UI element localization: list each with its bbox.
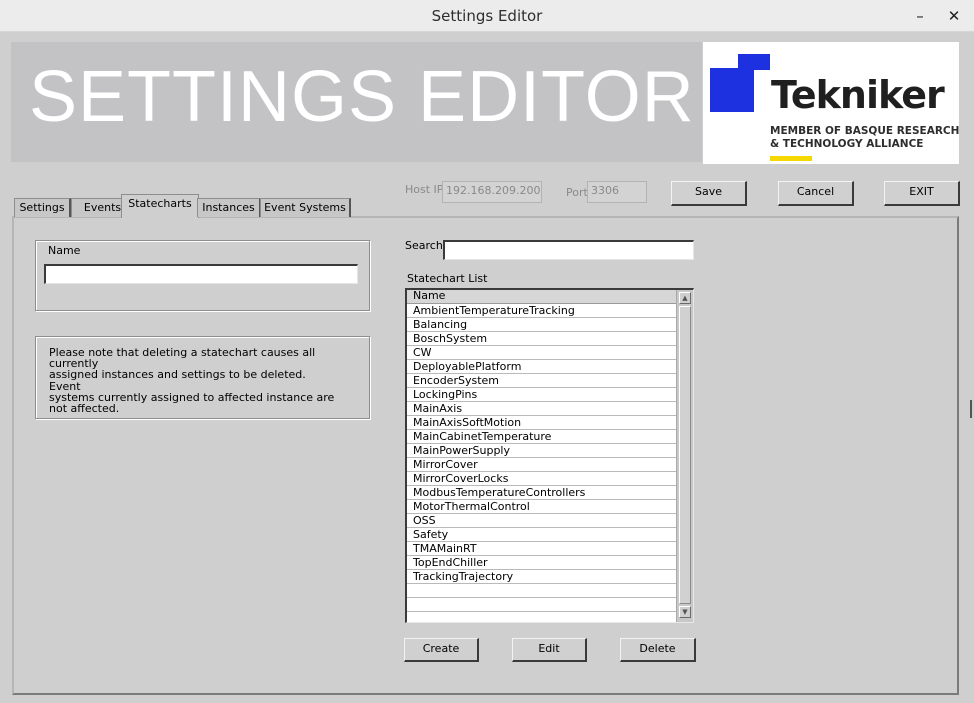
list-item[interactable]: CW bbox=[407, 346, 676, 360]
logo-name: Tekniker bbox=[771, 73, 945, 117]
note-line-4: not affected. bbox=[49, 402, 120, 416]
logo-subline-1: MEMBER OF BASQUE RESEARCH bbox=[770, 125, 960, 137]
statechart-rows: AmbientTemperatureTracking Balancing Bos… bbox=[407, 304, 676, 622]
list-item[interactable]: DeployablePlatform bbox=[407, 360, 676, 374]
name-input[interactable] bbox=[44, 264, 358, 284]
statechart-list[interactable]: Name AmbientTemperatureTracking Balancin… bbox=[405, 288, 694, 623]
list-item[interactable]: MainAxis bbox=[407, 402, 676, 416]
list-item[interactable]: EncoderSystem bbox=[407, 374, 676, 388]
list-item[interactable]: LockingPins bbox=[407, 388, 676, 402]
tab-event-systems[interactable]: Event Systems bbox=[260, 198, 351, 217]
list-item[interactable]: MirrorCoverLocks bbox=[407, 472, 676, 486]
banner: SETTINGS EDITOR bbox=[11, 42, 702, 162]
tab-statecharts[interactable]: Statecharts bbox=[121, 194, 199, 218]
search-input[interactable] bbox=[443, 240, 694, 260]
list-header-name[interactable]: Name bbox=[407, 290, 676, 304]
note-line-1: Please note that deleting a statechart c… bbox=[49, 346, 316, 371]
delete-warning-note: Please note that deleting a statechart c… bbox=[49, 347, 339, 414]
banner-title: SETTINGS EDITOR bbox=[29, 57, 695, 137]
list-item[interactable]: Balancing bbox=[407, 318, 676, 332]
tekniker-logo: Tekniker MEMBER OF BASQUE RESEARCH & TEC… bbox=[703, 42, 959, 164]
list-item[interactable]: MainPowerSupply bbox=[407, 444, 676, 458]
exit-button[interactable]: EXIT bbox=[884, 181, 960, 206]
scroll-down-icon[interactable]: ▼ bbox=[679, 606, 691, 618]
save-button[interactable]: Save bbox=[671, 181, 747, 206]
minimize-icon[interactable]: – bbox=[908, 4, 932, 28]
list-item[interactable]: BoschSystem bbox=[407, 332, 676, 346]
list-item[interactable]: TrackingTrajectory bbox=[407, 570, 676, 584]
list-item-empty[interactable] bbox=[407, 584, 676, 598]
list-item[interactable]: MirrorCover bbox=[407, 458, 676, 472]
close-icon[interactable]: ✕ bbox=[942, 4, 966, 28]
list-item[interactable]: MainCabinetTemperature bbox=[407, 430, 676, 444]
list-item[interactable]: AmbientTemperatureTracking bbox=[407, 304, 676, 318]
scroll-up-icon[interactable]: ▲ bbox=[679, 292, 691, 304]
delete-button[interactable]: Delete bbox=[620, 638, 696, 662]
host-ip-label: Host IP bbox=[405, 183, 444, 196]
cancel-button[interactable]: Cancel bbox=[778, 181, 854, 206]
port-field: 3306 bbox=[587, 181, 647, 203]
scroll-thumb[interactable] bbox=[679, 306, 691, 604]
edit-button[interactable]: Edit bbox=[512, 638, 587, 662]
create-button[interactable]: Create bbox=[404, 638, 479, 662]
statechart-list-title: Statechart List bbox=[407, 272, 488, 285]
list-item[interactable]: MotorThermalControl bbox=[407, 500, 676, 514]
list-item[interactable]: MainAxisSoftMotion bbox=[407, 416, 676, 430]
list-item-empty[interactable] bbox=[407, 598, 676, 612]
name-label: Name bbox=[48, 244, 81, 257]
list-item[interactable]: TMAMainRT bbox=[407, 542, 676, 556]
port-label: Port bbox=[566, 186, 588, 199]
host-ip-field: 192.168.209.200 bbox=[442, 181, 542, 203]
note-line-2: assigned instances and settings to be de… bbox=[49, 368, 306, 393]
list-item[interactable]: Safety bbox=[407, 528, 676, 542]
logo-subline-2: & TECHNOLOGY ALLIANCE bbox=[770, 138, 924, 150]
window-edge-marker bbox=[970, 400, 972, 418]
list-item[interactable]: ModbusTemperatureControllers bbox=[407, 486, 676, 500]
logo-accent-bar bbox=[770, 156, 812, 161]
window-title: Settings Editor bbox=[431, 7, 543, 25]
list-item[interactable]: TopEndChiller bbox=[407, 556, 676, 570]
list-item-empty[interactable] bbox=[407, 612, 676, 622]
tab-settings[interactable]: Settings bbox=[14, 198, 71, 217]
search-label: Search: bbox=[405, 239, 447, 252]
list-scrollbar[interactable]: ▲ ▼ bbox=[676, 290, 693, 622]
tab-instances[interactable]: Instances bbox=[197, 198, 261, 217]
logo-mark-stem bbox=[738, 54, 754, 112]
window-titlebar: Settings Editor – ✕ bbox=[0, 0, 974, 32]
list-item[interactable]: OSS bbox=[407, 514, 676, 528]
